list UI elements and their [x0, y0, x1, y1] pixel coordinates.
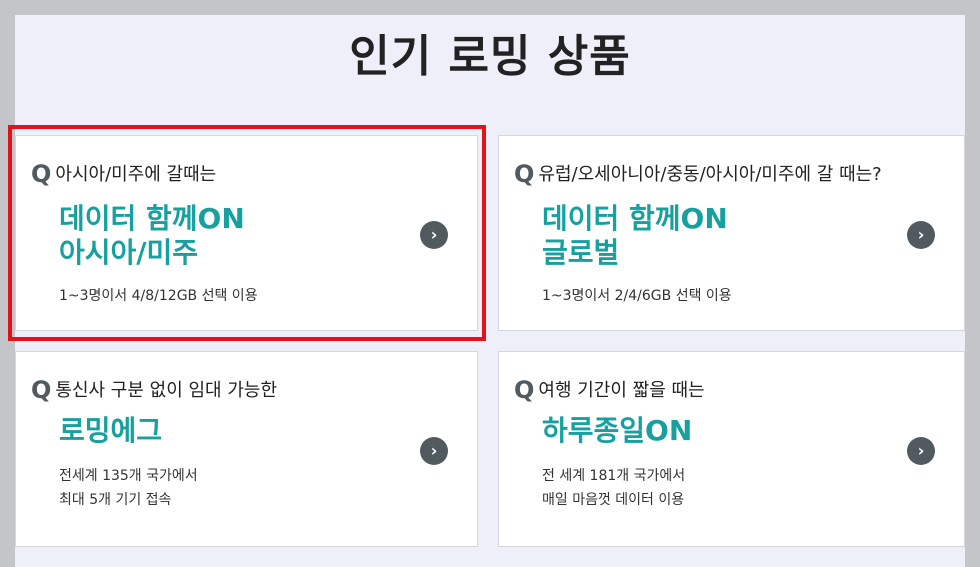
card-question: Q 아시아/미주에 갈때는	[31, 160, 216, 188]
q-mark: Q	[514, 376, 535, 404]
product-name-line: 데이터 함께ON	[542, 202, 728, 235]
product-card-roaming-egg[interactable]: Q 통신사 구분 없이 임대 가능한 로밍에그 전세계 135개 국가에서 최대 …	[15, 351, 478, 547]
description-line: 전 세계 181개 국가에서	[542, 468, 686, 484]
question-text: 유럽/오세아니아/중동/아시아/미주에 갈 때는?	[538, 164, 882, 185]
description-line: 매일 마음껏 데이터 이용	[542, 492, 685, 508]
product-name: 데이터 함께ON 아시아/미주	[59, 202, 245, 270]
question-text: 통신사 구분 없이 임대 가능한	[55, 380, 278, 401]
description-line: 최대 5개 기기 접속	[59, 492, 172, 508]
product-name-line: 아시아/미주	[59, 236, 199, 269]
chevron-right-icon[interactable]: ›	[907, 437, 935, 465]
question-text: 아시아/미주에 갈때는	[55, 164, 217, 185]
card-question: Q 통신사 구분 없이 임대 가능한	[31, 376, 277, 404]
q-mark: Q	[31, 376, 52, 404]
product-name: 로밍에그	[59, 414, 162, 448]
product-description: 1~3명이서 2/4/6GB 선택 이용	[542, 284, 732, 308]
card-question: Q 여행 기간이 짧을 때는	[514, 376, 705, 404]
question-text: 여행 기간이 짧을 때는	[538, 380, 705, 401]
product-name-line: 데이터 함께ON	[59, 202, 245, 235]
card-question: Q 유럽/오세아니아/중동/아시아/미주에 갈 때는?	[514, 160, 882, 188]
product-description: 전세계 135개 국가에서 최대 5개 기기 접속	[59, 464, 198, 512]
product-name-line: 로밍에그	[59, 414, 163, 447]
description-line: 1~3명이서 4/8/12GB 선택 이용	[59, 288, 258, 304]
chevron-right-icon[interactable]: ›	[420, 221, 448, 249]
chevron-right-icon[interactable]: ›	[420, 437, 448, 465]
product-description: 전 세계 181개 국가에서 매일 마음껏 데이터 이용	[542, 464, 685, 512]
description-line: 전세계 135개 국가에서	[59, 468, 198, 484]
product-name-line: 글로벌	[542, 236, 620, 269]
section-title: 인기 로밍 상품	[349, 31, 631, 82]
q-mark: Q	[31, 160, 52, 188]
product-description: 1~3명이서 4/8/12GB 선택 이용	[59, 284, 258, 308]
q-mark: Q	[514, 160, 535, 188]
description-line: 1~3명이서 2/4/6GB 선택 이용	[542, 288, 732, 304]
product-card-all-day[interactable]: Q 여행 기간이 짧을 때는 하루종일ON 전 세계 181개 국가에서 매일 마…	[498, 351, 965, 547]
product-card-asia-america[interactable]: Q 아시아/미주에 갈때는 데이터 함께ON 아시아/미주 1~3명이서 4/8/…	[15, 135, 478, 331]
chevron-right-icon[interactable]: ›	[907, 221, 935, 249]
product-name: 하루종일ON	[542, 414, 692, 448]
product-card-global[interactable]: Q 유럽/오세아니아/중동/아시아/미주에 갈 때는? 데이터 함께ON 글로벌 …	[498, 135, 965, 331]
product-name-line: 하루종일ON	[542, 414, 693, 447]
product-name: 데이터 함께ON 글로벌	[542, 202, 728, 270]
